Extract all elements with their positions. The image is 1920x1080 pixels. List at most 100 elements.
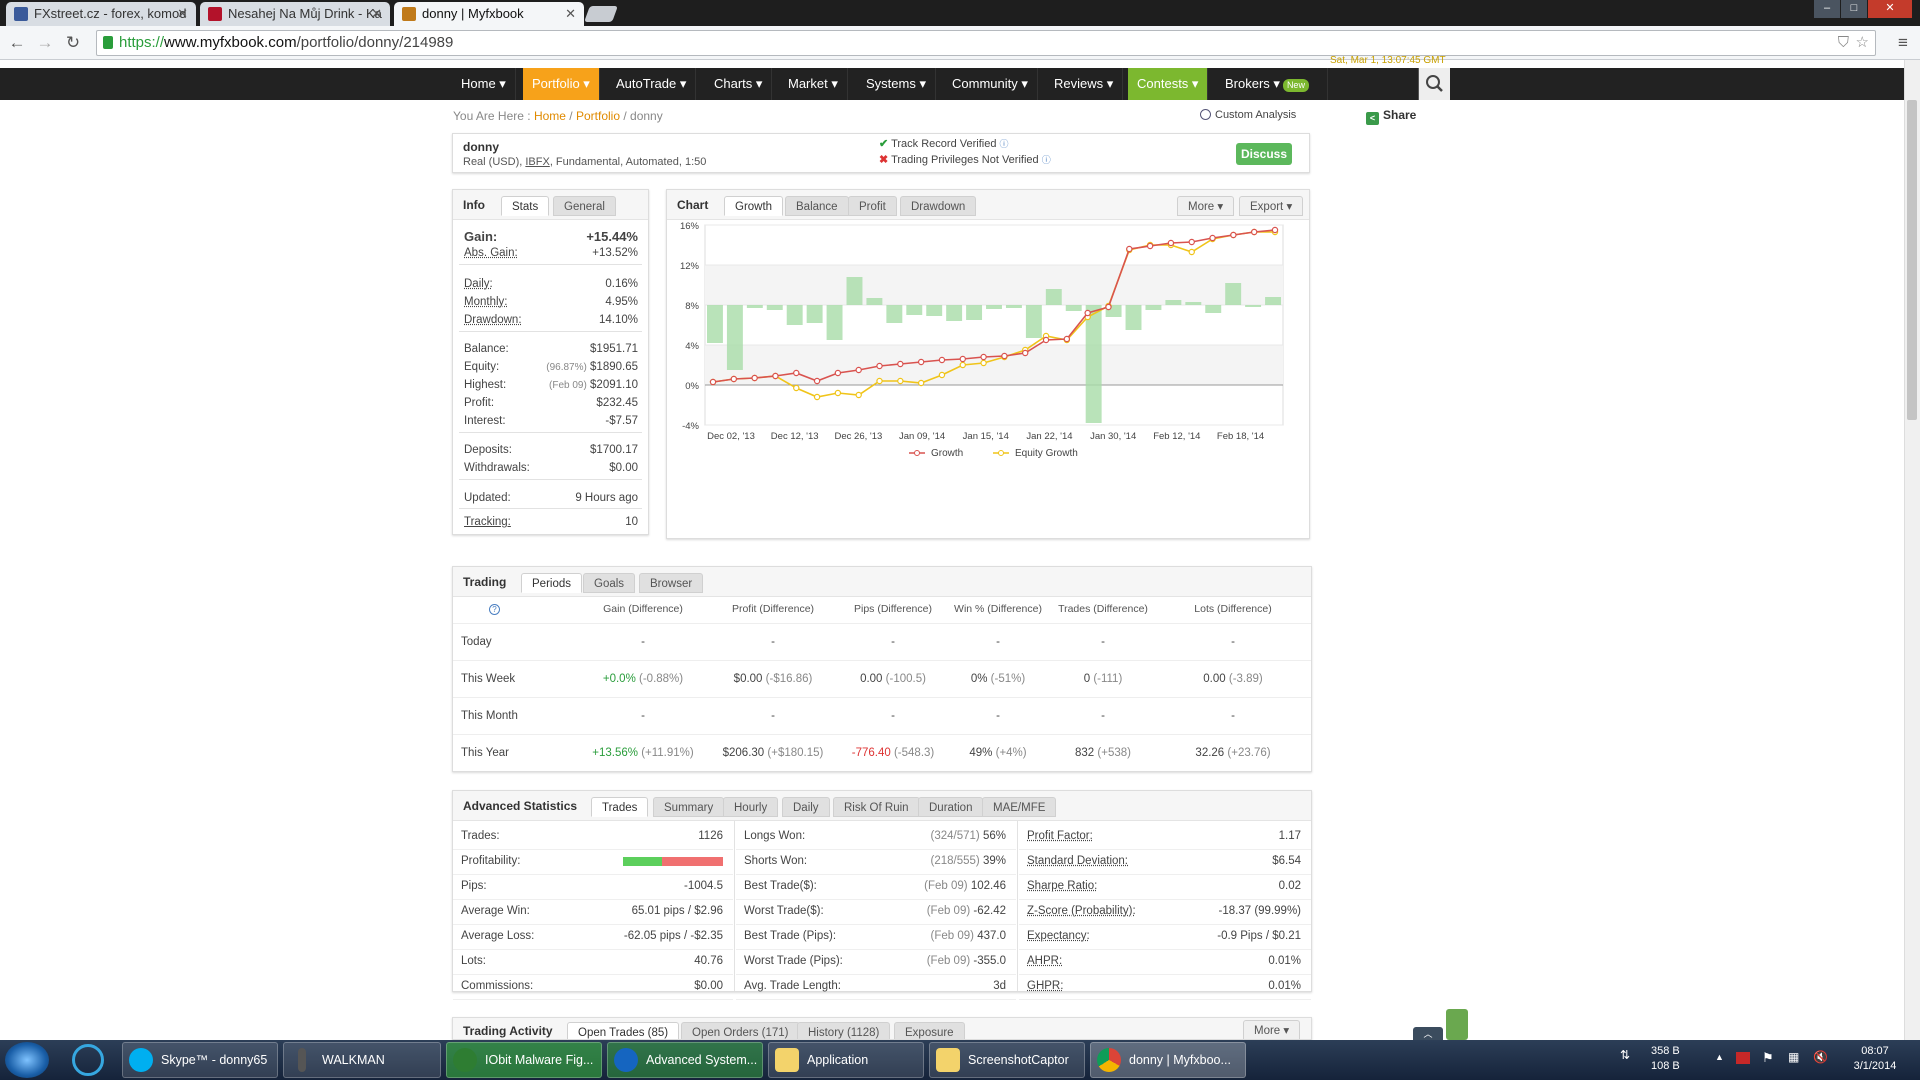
broker-link[interactable]: IBFX [525,156,549,168]
scroll-up-tab-icon[interactable]: ︿ [1413,1027,1443,1040]
close-window-icon[interactable]: ✕ [1868,0,1912,18]
tab-history[interactable]: History (1128) [797,1022,891,1039]
tab-goals[interactable]: Goals [583,573,636,593]
tab-stats[interactable]: Stats [501,196,550,216]
breadcrumb-portfolio[interactable]: Portfolio [576,109,620,123]
stat-row: Expectancy: -0.9 Pips / $0.21 [1019,925,1311,950]
nav-systems[interactable]: Systems ▾ [857,68,936,100]
tab-balance[interactable]: Balance [785,196,849,216]
close-tab-icon[interactable]: ✕ [565,2,576,26]
trading-title: Trading [463,575,507,589]
close-tab-icon[interactable]: ✕ [371,2,382,26]
nav-brokers[interactable]: Brokers ▾ New [1216,68,1328,100]
table-cell: - [1048,710,1158,722]
breadcrumb-home[interactable]: Home [534,109,566,123]
trading-privileges-label: Trading Privileges Not Verified [891,154,1039,166]
chrome-icon [1097,1048,1121,1072]
info-icon[interactable]: ⓘ [1042,155,1051,165]
system-clock[interactable]: 08:07 3/1/2014 [1840,1044,1910,1074]
action-center-flag-icon[interactable]: ⚑ [1762,1050,1774,1066]
nav-home[interactable]: Home ▾ [452,68,516,100]
tab-risk-of-ruin[interactable]: Risk Of Ruin [833,797,920,817]
tab-browser[interactable]: Browser [639,573,704,593]
nav-contests[interactable]: Contests ▾ [1128,68,1209,100]
stat-number: -0.9 Pips / $0.21 [1217,930,1301,942]
browser-tab-fxstreet[interactable]: FXstreet.cz - forex, komod ✕ [6,2,196,26]
activity-more-dropdown[interactable]: More ▾ [1243,1020,1301,1039]
tab-profit[interactable]: Profit [848,196,897,216]
daily-bar [726,305,743,370]
minimize-window-icon[interactable]: – [1814,0,1840,18]
chart-export-dropdown[interactable]: Export ▾ [1239,196,1304,216]
taskbar-advanced-system[interactable]: Advanced System... [607,1042,763,1078]
cell-value: 0 [1083,673,1091,685]
tab-exposure[interactable]: Exposure [894,1022,965,1039]
browser-tab-myfxbook[interactable]: donny | Myfxbook ✕ [394,2,584,26]
nav-reviews[interactable]: Reviews ▾ [1045,68,1124,100]
taskbar-walkman[interactable]: WALKMAN [283,1042,441,1078]
close-tab-icon[interactable]: ✕ [177,2,188,26]
nav-market[interactable]: Market ▾ [779,68,848,100]
advanced-statistics-panel: Advanced Statistics Trades Summary Hourl… [452,790,1312,1000]
stat-label: Standard Deviation: [1027,855,1129,867]
stat-number: -62.42 [973,905,1006,917]
stat-number: 39% [982,855,1006,867]
highest-amount: $2091.10 [590,379,638,391]
nav-autotrade[interactable]: AutoTrade ▾ [607,68,697,100]
tab-drawdown[interactable]: Drawdown [900,196,977,216]
start-button-icon[interactable] [5,1042,49,1078]
site-search-button[interactable] [1418,68,1450,100]
profit-value: $232.45 [596,397,638,409]
network-icon[interactable]: ▦ [1788,1050,1799,1064]
custom-analysis-link[interactable]: Custom Analysis [1200,109,1296,121]
tab-duration[interactable]: Duration [918,797,984,817]
header-clock-remnant: Sat, Mar 1, 13:07:45 GMT [1330,55,1446,66]
new-tab-button[interactable] [584,6,618,22]
forward-arrow-icon[interactable]: → [34,32,56,54]
tab-mae-mfe[interactable]: MAE/MFE [982,797,1057,817]
taskbar-skype[interactable]: Skype™ - donny65 [122,1042,278,1078]
tracking-link[interactable]: Tracking: [464,516,511,528]
tab-summary[interactable]: Summary [653,797,725,817]
nav-community[interactable]: Community ▾ [943,68,1038,100]
share-button[interactable]: < Share [1366,108,1416,125]
menu-icon[interactable]: ≡ [1892,32,1914,54]
monthly-value: 4.95% [605,296,638,308]
tab-open-orders[interactable]: Open Orders (171) [681,1022,800,1039]
tab-open-trades[interactable]: Open Trades (85) [567,1022,680,1039]
tab-daily[interactable]: Daily [782,797,830,817]
tab-trades[interactable]: Trades [591,797,649,817]
tab-growth[interactable]: Growth [724,196,784,216]
taskbar-screenshotcaptor[interactable]: ScreenshotCaptor [929,1042,1085,1078]
ccleaner-pinned-icon[interactable] [72,1044,104,1076]
maximize-window-icon[interactable]: □ [1841,0,1867,18]
taskbar-chrome[interactable]: donny | Myfxboo... [1090,1042,1246,1078]
tab-hourly[interactable]: Hourly [723,797,779,817]
info-icon[interactable]: ⓘ [1000,139,1009,149]
x-tick-label: Dec 12, '13 [771,431,819,442]
tray-app-icon[interactable] [1736,1052,1750,1064]
discuss-button[interactable]: Discuss [1236,143,1292,165]
volume-muted-icon[interactable]: 🔇 [1813,1050,1828,1064]
address-bar[interactable]: https://www.myfxbook.com/portfolio/donny… [96,30,1876,56]
taskbar-application[interactable]: Application [768,1042,924,1078]
stat-value: (Feb 09) 102.46 [924,880,1006,892]
nav-charts[interactable]: Charts ▾ [705,68,773,100]
cell-value: - [641,636,645,648]
bookmark-star-icon[interactable]: ☆ [1856,31,1869,55]
daily-bar [1245,305,1262,307]
chart-more-dropdown[interactable]: More ▾ [1177,196,1235,216]
table-cell: - [1048,636,1158,648]
taskbar-iobit[interactable]: IObit Malware Fig... [446,1042,602,1078]
reload-icon[interactable]: ↻ [62,32,84,54]
feedback-chat-icon[interactable] [1446,1009,1468,1040]
nav-portfolio[interactable]: Portfolio ▾ [523,68,600,100]
tab-periods[interactable]: Periods [521,573,582,593]
page-scrollbar-thumb[interactable] [1907,100,1917,420]
show-hidden-icons-icon[interactable]: ▲ [1715,1052,1724,1062]
taskbar-label: Application [807,1053,869,1067]
shield-icon[interactable]: ⛉ [1838,31,1849,55]
tab-general[interactable]: General [553,196,616,216]
browser-tab-nesahej[interactable]: Nesahej Na Můj Drink - Ka ✕ [200,2,390,26]
back-arrow-icon[interactable]: ← [6,32,28,54]
